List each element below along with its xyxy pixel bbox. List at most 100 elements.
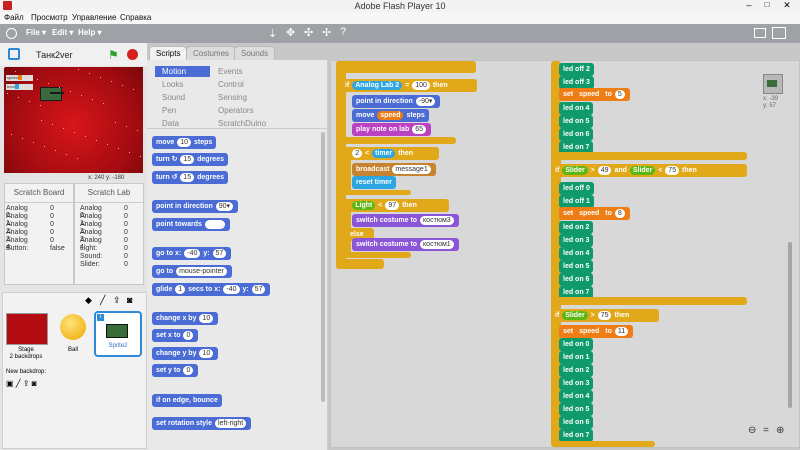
set-speed-block[interactable]: set speed to 5 [559,88,630,101]
led-block[interactable]: led on 5 [559,403,594,416]
camera-icon[interactable]: ◙ [127,295,132,305]
help-pointer-icon[interactable]: ? [340,26,346,38]
goto-xy-block[interactable]: go to x: -40 y: 57 [152,247,232,260]
reporter[interactable]: Analog Lab 2 [352,80,403,90]
tab-costumes[interactable]: Costumes [186,46,237,61]
menu-control[interactable]: Управление [72,13,116,22]
led-block[interactable]: led on 6 [559,273,594,286]
led-block[interactable]: led on 3 [559,234,594,247]
led-block[interactable]: led on 2 [559,364,594,377]
category-scratchduino[interactable]: ScratchDuino [211,118,278,129]
stop-icon[interactable] [127,49,138,60]
category-control[interactable]: Control [211,79,278,90]
set-speed-block[interactable]: set speed to 11 [559,325,634,338]
reporter[interactable]: speed [377,110,404,120]
edge-bounce-block[interactable]: if on edge, bounce [152,394,222,407]
block-input[interactable]: 11 [614,326,629,336]
block-input[interactable]: -90▾ [415,96,436,106]
shrink-icon[interactable]: ✢ [322,26,331,39]
play-note-block[interactable]: play note on lab 65 [352,123,432,136]
paint-sprite-icon[interactable]: ◆ [85,295,92,306]
point-towards-block[interactable]: point towards [152,218,230,231]
block-input[interactable]: 15 [180,154,195,164]
block-input[interactable]: 75 [597,310,612,320]
duplicate-icon[interactable]: ⇣ [268,27,277,40]
switch-costume-block[interactable]: switch costume to костюм3 [352,214,459,227]
category-sensing[interactable]: Sensing [211,92,278,103]
globe-icon[interactable] [6,28,17,39]
if-slider-block[interactable]: if Slider > 75 then [551,309,659,322]
reporter[interactable]: timer [372,148,396,158]
stage-canvas[interactable]: speed hour [4,67,143,173]
block-input[interactable]: 1 [175,284,186,294]
block-input[interactable]: 75 [665,165,680,175]
change-y-block[interactable]: change y by 10 [152,347,219,360]
grow-icon[interactable]: ✣ [304,26,313,39]
block-input[interactable]: костюм3 [420,215,454,225]
tab-scripts[interactable]: Scripts [149,46,188,61]
block-input[interactable]: 100 [412,80,430,90]
point-direction-block[interactable]: point in direction 90▾ [152,200,239,213]
zoom-reset-icon[interactable]: = [763,425,769,436]
block-input[interactable]: 15 [180,172,195,182]
category-motion[interactable]: Motion [155,66,210,77]
led-block[interactable]: led off 0 [559,182,594,195]
block-input[interactable]: 10 [177,137,192,147]
sprite2-thumbnail[interactable]: i Sprite2 [94,311,142,357]
if-light-block[interactable]: if Light < 97 then [341,199,449,212]
led-block[interactable]: led on 6 [559,416,594,429]
edit-menu[interactable]: Edit ▾ [52,28,73,37]
tab-sounds[interactable]: Sounds [234,46,276,61]
block-input[interactable]: 97 [385,200,400,210]
maximize-button[interactable]: □ [760,0,774,11]
reporter[interactable]: Slider [562,310,588,320]
project-name[interactable]: Танк2ver [36,50,73,60]
tank-sprite[interactable] [40,87,62,101]
upload-sprite-icon[interactable]: ⇪ [113,295,121,306]
zoom-out-icon[interactable]: ⊖ [748,425,756,436]
led-block[interactable]: led on 5 [559,115,594,128]
block-input[interactable]: костюм1 [420,239,454,249]
led-block[interactable]: led on 3 [559,377,594,390]
move-icon[interactable]: ✥ [286,26,295,39]
draw-sprite-icon[interactable]: ╱ [100,295,105,306]
block-input[interactable]: -40 [223,284,240,294]
led-block[interactable]: led on 0 [559,338,594,351]
set-y-block[interactable]: set y to 0 [152,364,199,377]
minimize-button[interactable]: – [742,0,756,11]
led-block[interactable]: led on 4 [559,102,594,115]
dropdown[interactable] [204,219,225,229]
block-input[interactable]: 57 [212,248,227,258]
move-speed-block[interactable]: move speed steps [352,109,429,122]
turn-right-block[interactable]: turn ↻ 15 degrees [152,153,228,166]
turn-left-block[interactable]: turn ↺ 15 degrees [152,171,228,184]
layout-small-icon[interactable] [754,28,766,38]
stage-thumbnail[interactable] [6,313,48,345]
point-direction-block[interactable]: point in direction -90▾ [352,95,441,108]
layout-normal-icon[interactable] [772,27,786,39]
block-input[interactable]: 0 [183,365,194,375]
menu-help[interactable]: Справка [120,13,151,22]
change-x-block[interactable]: change x by 10 [152,312,219,325]
block-input[interactable]: 90▾ [215,201,234,211]
file-menu[interactable]: File ▾ [26,28,46,37]
reset-timer-block[interactable]: reset timer [352,176,396,189]
led-block[interactable]: led on 2 [559,221,594,234]
rotation-style-block[interactable]: set rotation style left-right [152,417,252,430]
led-block[interactable]: led on 4 [559,247,594,260]
fullscreen-icon[interactable] [8,48,20,60]
category-events[interactable]: Events [211,66,278,77]
menu-file[interactable]: Файл [4,13,24,22]
block-input[interactable]: mouse-pointer [176,266,227,276]
reporter[interactable]: Light [352,200,376,210]
move-block[interactable]: move 10 steps [152,136,217,149]
category-sound[interactable]: Sound [155,92,210,103]
if-slider-range-block[interactable]: if Slider > 49 and Slider < 75 then [551,164,747,177]
green-flag-icon[interactable]: ⚑ [108,48,119,62]
block-input[interactable]: left-right [214,418,247,428]
block-input[interactable]: -40 [184,248,201,258]
block-input[interactable]: 2 [352,148,363,158]
block-input[interactable]: 65 [412,124,427,134]
reporter[interactable]: Slider [562,165,588,175]
if-timer-block[interactable]: if 2 < timer then [341,147,439,160]
